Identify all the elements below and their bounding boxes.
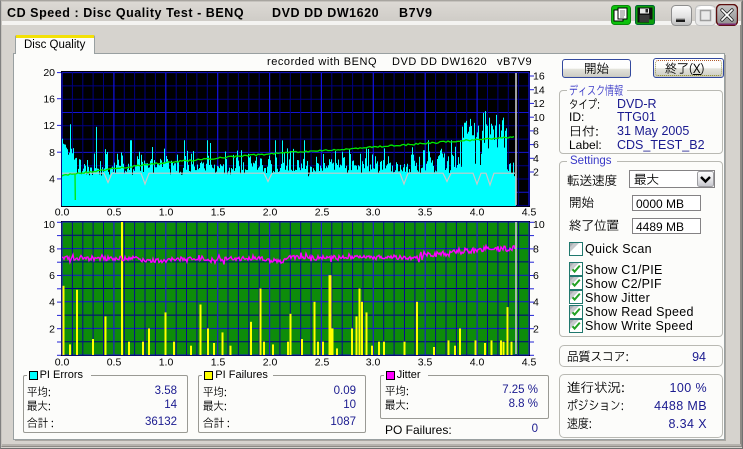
- svg-text:1.0: 1.0: [159, 207, 174, 219]
- svg-text:20: 20: [43, 67, 55, 79]
- svg-text:12: 12: [533, 98, 545, 110]
- svg-text:2: 2: [49, 323, 55, 335]
- svg-text:1.5: 1.5: [211, 207, 226, 219]
- svg-text:0.0: 0.0: [55, 207, 70, 219]
- svg-text:2.0: 2.0: [263, 357, 278, 369]
- svg-text:10: 10: [533, 219, 545, 231]
- svg-text:6: 6: [49, 270, 55, 282]
- svg-text:16: 16: [43, 93, 55, 105]
- svg-text:4: 4: [533, 153, 539, 165]
- svg-text:10: 10: [43, 219, 55, 231]
- svg-text:4.0: 4.0: [470, 207, 485, 219]
- svg-text:1.0: 1.0: [159, 357, 174, 369]
- svg-text:2.5: 2.5: [315, 357, 330, 369]
- svg-text:0.5: 0.5: [107, 357, 122, 369]
- svg-text:3.5: 3.5: [418, 357, 433, 369]
- svg-text:4: 4: [49, 297, 55, 309]
- svg-text:3.5: 3.5: [418, 207, 433, 219]
- svg-text:4: 4: [533, 297, 539, 309]
- svg-text:8: 8: [49, 147, 55, 159]
- svg-text:8: 8: [533, 126, 539, 138]
- svg-text:2: 2: [533, 167, 539, 179]
- svg-text:4.5: 4.5: [522, 207, 537, 219]
- svg-text:0.5: 0.5: [107, 207, 122, 219]
- svg-text:0.0: 0.0: [55, 357, 70, 369]
- svg-text:8: 8: [49, 244, 55, 256]
- svg-text:14: 14: [533, 84, 545, 96]
- svg-text:12: 12: [43, 120, 55, 132]
- svg-text:3.0: 3.0: [366, 207, 381, 219]
- svg-text:3.0: 3.0: [366, 357, 381, 369]
- svg-text:4: 4: [49, 174, 55, 186]
- svg-text:2: 2: [533, 323, 539, 335]
- svg-text:6: 6: [533, 139, 539, 151]
- svg-text:2.0: 2.0: [263, 207, 278, 219]
- svg-text:16: 16: [533, 71, 545, 83]
- svg-text:6: 6: [533, 270, 539, 282]
- svg-text:10: 10: [533, 112, 545, 124]
- svg-text:2.5: 2.5: [315, 207, 330, 219]
- svg-text:1.5: 1.5: [211, 357, 226, 369]
- svg-text:8: 8: [533, 244, 539, 256]
- svg-text:4.0: 4.0: [470, 357, 485, 369]
- svg-text:4.5: 4.5: [522, 357, 537, 369]
